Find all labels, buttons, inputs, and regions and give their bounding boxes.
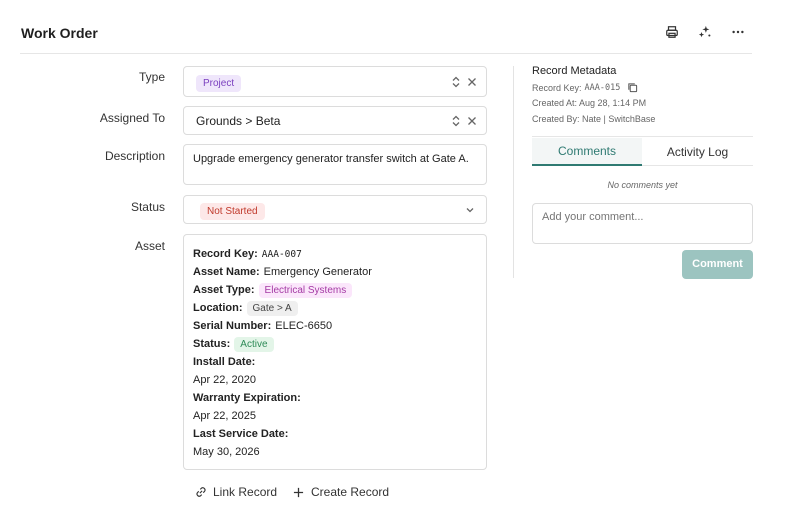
asset-install-date: Apr 22, 2020 bbox=[193, 374, 256, 386]
sort-chevrons-icon[interactable] bbox=[450, 76, 462, 88]
assigned-label: Assigned To bbox=[99, 111, 165, 125]
plus-icon bbox=[293, 487, 304, 497]
copy-icon[interactable] bbox=[627, 82, 638, 93]
asset-card[interactable]: Record Key: AAA-007 Asset Name: Emergency … bbox=[183, 234, 487, 470]
chevron-down-icon[interactable] bbox=[464, 204, 476, 216]
comment-input[interactable] bbox=[532, 203, 753, 244]
asset-service-date: May 30, 2026 bbox=[193, 446, 260, 458]
page-title: Work Order bbox=[21, 25, 98, 41]
tab-activity-log[interactable]: Activity Log bbox=[642, 138, 753, 166]
link-record-button[interactable]: Link Record bbox=[195, 485, 277, 499]
sparkles-icon[interactable] bbox=[697, 24, 713, 40]
asset-serial: Serial Number: ELEC-6650 bbox=[193, 320, 333, 332]
metadata-created-at: Created At: Aug 28, 1:14 PM bbox=[532, 98, 647, 108]
status-label: Status bbox=[130, 200, 165, 214]
metadata-created-by: Created By: Nate | SwitchBase bbox=[532, 114, 656, 124]
asset-record-key: Record Key: AAA-007 bbox=[193, 248, 302, 260]
type-badge: Project bbox=[196, 75, 242, 92]
asset-install-label: Install Date: bbox=[193, 356, 256, 368]
asset-name: Asset Name: Emergency Generator bbox=[193, 266, 372, 278]
tab-comments[interactable]: Comments bbox=[532, 138, 642, 166]
no-comments-text: No comments yet bbox=[607, 180, 678, 190]
asset-service-label: Last Service Date: bbox=[193, 428, 289, 440]
status-select[interactable]: Not Started bbox=[183, 195, 487, 224]
create-record-label: Create Record bbox=[311, 485, 390, 499]
asset-warranty-label: Warranty Expiration: bbox=[193, 392, 301, 404]
metadata-title: Record Metadata bbox=[532, 65, 617, 77]
vertical-divider bbox=[513, 66, 514, 278]
ellipsis-icon[interactable] bbox=[730, 24, 746, 40]
assigned-value: Grounds > Beta bbox=[196, 114, 281, 128]
create-record-button[interactable]: Create Record bbox=[293, 485, 389, 499]
clear-icon[interactable] bbox=[466, 76, 478, 88]
asset-status: Status: Active bbox=[193, 336, 274, 352]
description-label: Description bbox=[104, 149, 165, 163]
link-icon bbox=[196, 487, 206, 497]
asset-location: Location: Gate > A bbox=[193, 300, 298, 316]
asset-type: Asset Type: Electrical Systems bbox=[193, 282, 353, 298]
link-record-label: Link Record bbox=[213, 485, 278, 499]
header: Work Order bbox=[20, 0, 752, 54]
comment-button[interactable]: Comment bbox=[682, 250, 753, 279]
asset-warranty-date: Apr 22, 2025 bbox=[193, 410, 256, 422]
type-label: Type bbox=[138, 70, 165, 84]
assigned-select[interactable]: Grounds > Beta bbox=[183, 106, 487, 135]
description-field[interactable]: Upgrade emergency generator transfer swi… bbox=[183, 144, 487, 185]
status-badge: Not Started bbox=[200, 203, 265, 220]
asset-label: Asset bbox=[134, 239, 165, 253]
metadata-record-key: Record Key: AAA-015 bbox=[532, 82, 638, 93]
printer-icon[interactable] bbox=[664, 24, 680, 40]
clear-icon[interactable] bbox=[466, 115, 478, 127]
tabs-top-border bbox=[532, 136, 753, 137]
type-select[interactable]: Project bbox=[183, 66, 487, 97]
description-value: Upgrade emergency generator transfer swi… bbox=[193, 153, 469, 165]
sort-chevrons-icon[interactable] bbox=[450, 115, 462, 127]
